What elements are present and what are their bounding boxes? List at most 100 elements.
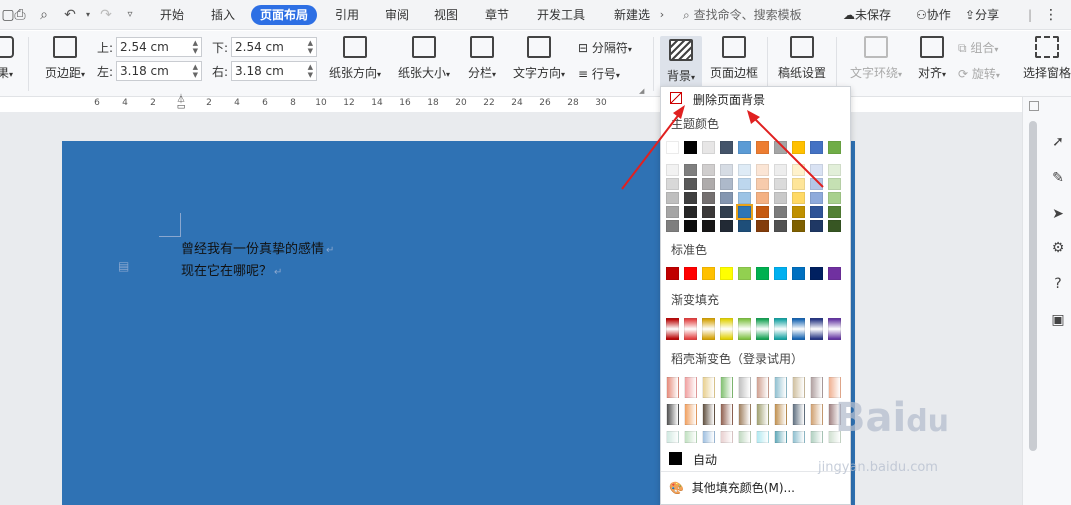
indent-marker-icon[interactable]: ⏃ ▭ bbox=[176, 96, 186, 112]
shell-gradient-swatch[interactable] bbox=[792, 431, 805, 443]
color-swatch[interactable] bbox=[684, 206, 697, 218]
chevron-right-icon[interactable]: › bbox=[654, 7, 670, 23]
color-swatch[interactable] bbox=[666, 220, 679, 232]
shell-gradient-swatch[interactable] bbox=[756, 431, 769, 443]
collab-button[interactable]: ⚇协作 bbox=[916, 5, 951, 25]
collapse-icon[interactable] bbox=[1029, 101, 1039, 111]
color-swatch[interactable] bbox=[792, 220, 805, 232]
gradient-swatch[interactable] bbox=[774, 318, 787, 340]
gradient-swatch[interactable] bbox=[756, 318, 769, 340]
paragraph-icon[interactable]: ▤ bbox=[118, 259, 129, 273]
vertical-scrollbar[interactable] bbox=[1029, 121, 1037, 451]
shell-gradient-swatch[interactable] bbox=[774, 431, 787, 443]
margin-top-field[interactable]: 2.54 cm ▲ ▼ bbox=[116, 37, 202, 57]
shell-gradient-swatch[interactable] bbox=[702, 431, 715, 443]
shell-gradient-swatch[interactable] bbox=[792, 377, 805, 398]
columns-button[interactable]: 分栏▾ bbox=[462, 36, 502, 81]
redo-icon[interactable]: ↷ bbox=[98, 7, 114, 23]
color-swatch[interactable] bbox=[756, 267, 769, 280]
margin-right-field[interactable]: 3.18 cm ▲ ▼ bbox=[231, 61, 317, 81]
color-swatch[interactable] bbox=[684, 267, 697, 280]
document-text-line-1[interactable]: 曾经我有一份真挚的感情 ↵ bbox=[181, 238, 334, 257]
line-number-button[interactable]: ≡ 行号▾ bbox=[578, 65, 620, 82]
color-swatch[interactable] bbox=[792, 206, 805, 218]
spin-icon[interactable]: ▲ ▼ bbox=[308, 39, 313, 55]
color-swatch[interactable] bbox=[720, 267, 733, 280]
tab-new[interactable]: 新建选 bbox=[608, 5, 656, 25]
color-swatch[interactable] bbox=[684, 220, 697, 232]
selected-color-swatch[interactable] bbox=[736, 204, 753, 220]
text-direction-button[interactable]: 文字方向▾ bbox=[508, 36, 570, 81]
rotate-button[interactable]: ⟳ 旋转▾ bbox=[958, 65, 1000, 82]
shell-gradient-swatch[interactable] bbox=[738, 404, 751, 425]
color-swatch[interactable] bbox=[774, 267, 787, 280]
search-command[interactable]: ⌕ 查找命令、搜索模板 bbox=[683, 5, 802, 25]
color-swatch[interactable] bbox=[774, 220, 787, 232]
shell-gradient-swatch[interactable] bbox=[792, 404, 805, 425]
gradient-swatch[interactable] bbox=[792, 318, 805, 340]
color-swatch[interactable] bbox=[810, 220, 823, 232]
color-swatch[interactable] bbox=[666, 206, 679, 218]
shell-gradient-swatch[interactable] bbox=[720, 404, 733, 425]
tab-page-layout[interactable]: 页面布局 bbox=[251, 5, 318, 25]
shell-gradient-swatch[interactable] bbox=[756, 404, 769, 425]
tab-developer[interactable]: 开发工具 bbox=[531, 5, 591, 25]
color-swatch[interactable] bbox=[756, 220, 769, 232]
gradient-swatch[interactable] bbox=[738, 318, 751, 340]
auto-color-item[interactable]: 自动 bbox=[669, 451, 717, 468]
text-wrap-button[interactable]: 文字环绕▾ bbox=[845, 36, 907, 81]
pen-icon[interactable]: ✎ bbox=[1049, 169, 1067, 187]
page-border-button[interactable]: 页面边框 bbox=[707, 36, 761, 81]
gradient-swatch[interactable] bbox=[666, 318, 679, 340]
spin-icon[interactable]: ▲ ▼ bbox=[193, 63, 198, 79]
color-swatch[interactable] bbox=[828, 220, 841, 232]
shell-gradient-swatch[interactable] bbox=[666, 377, 679, 398]
color-swatch[interactable] bbox=[720, 206, 733, 218]
settings-sliders-icon[interactable]: ⚙ bbox=[1049, 239, 1067, 257]
rocket-icon[interactable]: ➚ bbox=[1049, 133, 1067, 151]
shell-gradient-swatch[interactable] bbox=[738, 377, 751, 398]
undo-icon[interactable]: ↶ bbox=[62, 7, 78, 23]
customize-dropdown-icon[interactable]: ▿ bbox=[122, 7, 138, 23]
margin-button[interactable]: 页边距▾ bbox=[40, 36, 90, 81]
color-swatch[interactable] bbox=[702, 206, 715, 218]
paper-size-button[interactable]: 纸张大小▾ bbox=[393, 36, 455, 81]
color-swatch[interactable] bbox=[756, 206, 769, 218]
color-swatch[interactable] bbox=[702, 267, 715, 280]
select-pane-button[interactable]: 选择窗格 bbox=[1020, 36, 1071, 81]
color-swatch[interactable] bbox=[702, 220, 715, 232]
tab-view[interactable]: 视图 bbox=[428, 5, 464, 25]
shell-gradient-swatch[interactable] bbox=[666, 431, 679, 443]
color-swatch[interactable] bbox=[774, 206, 787, 218]
spin-icon[interactable]: ▲ ▼ bbox=[308, 63, 313, 79]
paper-setup-button[interactable]: 稿纸设置 bbox=[775, 36, 829, 81]
pointer-icon[interactable]: ➤ bbox=[1049, 205, 1067, 223]
more-colors-item[interactable]: 🎨 其他填充颜色(M)... bbox=[669, 479, 795, 496]
gradient-swatch[interactable] bbox=[702, 318, 715, 340]
shell-gradient-swatch[interactable] bbox=[666, 404, 679, 425]
spin-icon[interactable]: ▲ ▼ bbox=[193, 39, 198, 55]
separator-button[interactable]: ⊟ 分隔符▾ bbox=[578, 39, 632, 56]
tab-review[interactable]: 审阅 bbox=[379, 5, 415, 25]
shell-gradient-swatch[interactable] bbox=[810, 377, 823, 398]
document-text-line-2[interactable]: 现在它在哪呢？ ↵ bbox=[181, 260, 282, 279]
effects-button[interactable]: 果▾ bbox=[0, 36, 16, 81]
tab-insert[interactable]: 插入 bbox=[205, 5, 241, 25]
color-swatch[interactable] bbox=[666, 267, 679, 280]
unsaved-status[interactable]: ☁未保存 bbox=[843, 5, 891, 25]
shell-gradient-swatch[interactable] bbox=[720, 377, 733, 398]
horizontal-ruler[interactable]: 6 4 2 2 4 6 8 10 12 14 16 18 20 22 24 26… bbox=[0, 96, 655, 207]
shell-gradient-swatch[interactable] bbox=[774, 404, 787, 425]
shell-gradient-swatch[interactable] bbox=[702, 404, 715, 425]
tab-references[interactable]: 引用 bbox=[329, 5, 365, 25]
shell-gradient-swatch[interactable] bbox=[684, 404, 697, 425]
color-swatch[interactable] bbox=[738, 220, 751, 232]
dialog-launcher-icon[interactable]: ◢ bbox=[639, 87, 644, 95]
gradient-swatch[interactable] bbox=[684, 318, 697, 340]
help-icon[interactable]: ? bbox=[1049, 275, 1067, 293]
margin-bottom-field[interactable]: 2.54 cm ▲ ▼ bbox=[231, 37, 317, 57]
shell-gradient-swatch[interactable] bbox=[720, 431, 733, 443]
color-swatch[interactable] bbox=[792, 267, 805, 280]
shell-gradient-swatch[interactable] bbox=[810, 404, 823, 425]
shell-gradient-swatch[interactable] bbox=[756, 377, 769, 398]
